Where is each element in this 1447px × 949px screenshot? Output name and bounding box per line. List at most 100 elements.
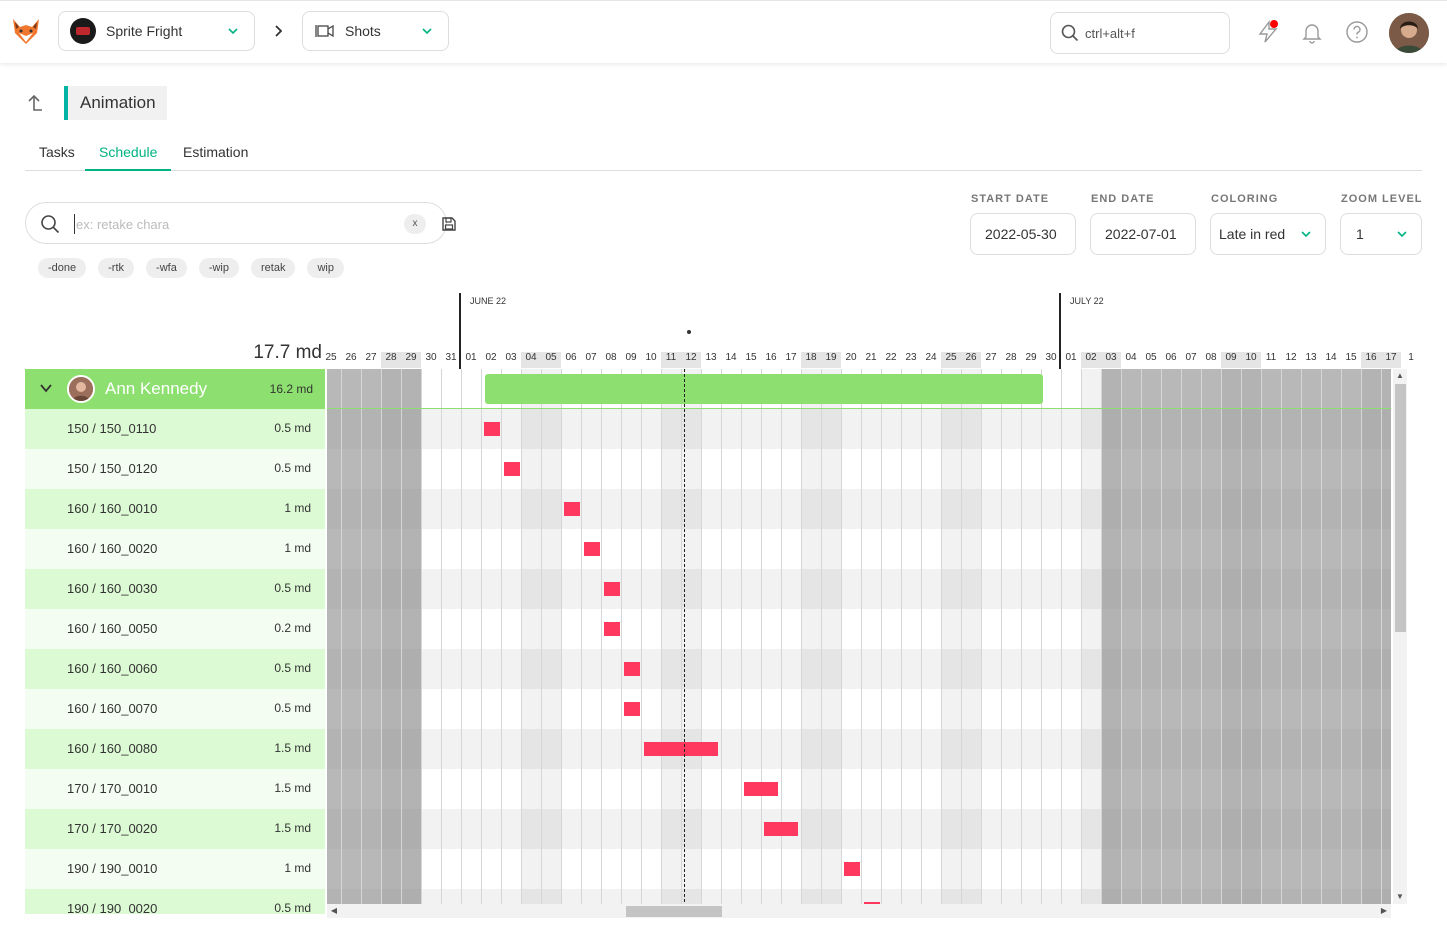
- global-search-field[interactable]: ctrl+alt+f: [1050, 12, 1230, 54]
- day-header: 31: [445, 352, 457, 363]
- task-name: 190 / 190_0010: [67, 861, 158, 876]
- day-header: 10: [645, 352, 657, 363]
- scroll-up-arrow[interactable]: ▲: [1393, 369, 1407, 383]
- task-row[interactable]: 150 / 150_0110 0.5 md: [25, 409, 325, 449]
- task-estimation: 1.5 md: [274, 781, 311, 795]
- task-name: 160 / 160_0080: [67, 741, 158, 756]
- month-label: JUNE 22: [470, 296, 507, 306]
- end-date-label: END DATE: [1091, 193, 1155, 205]
- tab-tasks[interactable]: Tasks: [39, 144, 75, 171]
- task-row[interactable]: 160 / 160_0030 0.5 md: [25, 569, 325, 609]
- chevron-down-icon: [1301, 231, 1311, 238]
- day-header: 04: [1125, 352, 1137, 363]
- task-row[interactable]: 160 / 160_0050 0.2 md: [25, 609, 325, 649]
- search-chip[interactable]: retak: [250, 258, 296, 278]
- task-estimation: 1.5 md: [274, 821, 311, 835]
- task-estimation: 0.2 md: [274, 621, 311, 635]
- user-avatar[interactable]: [1389, 13, 1429, 53]
- coloring-select[interactable]: Late in red: [1210, 213, 1326, 255]
- day-header: 14: [725, 352, 737, 363]
- zoom-level-select[interactable]: 1: [1340, 213, 1422, 255]
- vertical-scroll-thumb[interactable]: [1395, 384, 1406, 632]
- gantt-grid: [327, 369, 1391, 904]
- chevron-down-icon: [422, 28, 432, 35]
- task-row[interactable]: 160 / 160_0070 0.5 md: [25, 689, 325, 729]
- task-name: 160 / 160_0030: [67, 581, 158, 596]
- chevron-down-icon[interactable]: [39, 381, 53, 395]
- horizontal-scroll-thumb[interactable]: [626, 906, 722, 917]
- task-row[interactable]: 190 / 190_0020 0.5 md: [25, 889, 325, 914]
- task-name: 190 / 190_0020: [67, 901, 158, 914]
- save-icon[interactable]: [441, 216, 457, 232]
- month-label: JULY 22: [1070, 296, 1104, 306]
- kitsu-fox-logo[interactable]: [10, 15, 42, 47]
- task-row[interactable]: 170 / 170_0010 1.5 md: [25, 769, 325, 809]
- task-bar: [764, 822, 798, 836]
- clear-search-button[interactable]: x: [404, 214, 426, 234]
- day-header: 24: [925, 352, 937, 363]
- end-date-field[interactable]: 2022-07-01: [1090, 213, 1196, 255]
- weekend-column: [521, 369, 541, 904]
- day-header: 27: [985, 352, 997, 363]
- day-header: 01: [1065, 352, 1077, 363]
- tab-bar: Tasks Schedule Estimation: [25, 140, 1422, 171]
- top-bar: Sprite Fright Shots ctrl+alt+f: [0, 0, 1447, 63]
- task-estimation: 0.5 md: [274, 901, 311, 914]
- day-header: 08: [1205, 352, 1217, 363]
- start-date-field[interactable]: 2022-05-30: [970, 213, 1076, 255]
- day-header: 28: [381, 352, 401, 368]
- task-estimation: 0.5 md: [274, 581, 311, 595]
- search-icon: [1061, 24, 1079, 42]
- task-row[interactable]: 170 / 170_0020 1.5 md: [25, 809, 325, 849]
- help-icon[interactable]: [1345, 20, 1369, 44]
- day-header: 05: [541, 352, 561, 368]
- section-selector[interactable]: Shots: [302, 11, 449, 51]
- scroll-down-arrow[interactable]: ▼: [1393, 890, 1407, 904]
- tab-estimation[interactable]: Estimation: [183, 144, 248, 171]
- task-row[interactable]: 160 / 160_0060 0.5 md: [25, 649, 325, 689]
- scroll-left-arrow[interactable]: ◀: [327, 904, 341, 918]
- task-row[interactable]: 160 / 160_0080 1.5 md: [25, 729, 325, 769]
- task-estimation: 0.5 md: [274, 701, 311, 715]
- search-chip[interactable]: -wip: [198, 258, 239, 278]
- news-lightning-icon[interactable]: [1256, 20, 1280, 44]
- weekend-column: [1081, 369, 1101, 904]
- search-chip[interactable]: -done: [38, 258, 87, 278]
- weekend-column: [941, 369, 961, 904]
- task-row[interactable]: 160 / 160_0020 1 md: [25, 529, 325, 569]
- task-name: 160 / 160_0050: [67, 621, 158, 636]
- task-estimation: 1 md: [284, 861, 311, 875]
- page-title: Animation: [64, 86, 167, 120]
- day-header: 16: [765, 352, 777, 363]
- person-schedule-bar: [485, 374, 1043, 404]
- day-header: 11: [1265, 352, 1277, 363]
- task-bar: [604, 622, 620, 636]
- tab-schedule[interactable]: Schedule: [85, 144, 172, 171]
- day-header: 26: [961, 352, 981, 368]
- day-header: 06: [565, 352, 577, 363]
- search-chip[interactable]: -wfa: [146, 258, 187, 278]
- task-name: 150 / 150_0110: [67, 421, 157, 436]
- back-arrow-icon[interactable]: [24, 93, 44, 113]
- vertical-scrollbar[interactable]: ▲ ▼: [1393, 369, 1407, 904]
- task-row[interactable]: 160 / 160_0010 1 md: [25, 489, 325, 529]
- day-header: 02: [485, 352, 497, 363]
- task-bar: [484, 422, 500, 436]
- day-header: 29: [401, 352, 421, 368]
- weekend-column: [961, 369, 981, 904]
- search-chip[interactable]: wip: [307, 258, 344, 278]
- production-selector[interactable]: Sprite Fright: [58, 11, 255, 51]
- horizontal-scrollbar[interactable]: ◀ ▶: [327, 904, 1391, 918]
- task-row[interactable]: 190 / 190_0010 1 md: [25, 849, 325, 889]
- scroll-right-arrow[interactable]: ▶: [1377, 904, 1391, 918]
- task-search-input[interactable]: [74, 214, 374, 234]
- task-bar: [624, 662, 640, 676]
- day-header: 19: [821, 352, 841, 368]
- day-header: 25: [325, 352, 337, 363]
- search-chip[interactable]: -rtk: [98, 258, 135, 278]
- day-header: 02: [1081, 352, 1101, 368]
- person-row[interactable]: Ann Kennedy 16.2 md: [25, 369, 325, 409]
- task-row[interactable]: 150 / 150_0120 0.5 md: [25, 449, 325, 489]
- day-header: 13: [705, 352, 717, 363]
- bell-icon[interactable]: [1300, 20, 1324, 44]
